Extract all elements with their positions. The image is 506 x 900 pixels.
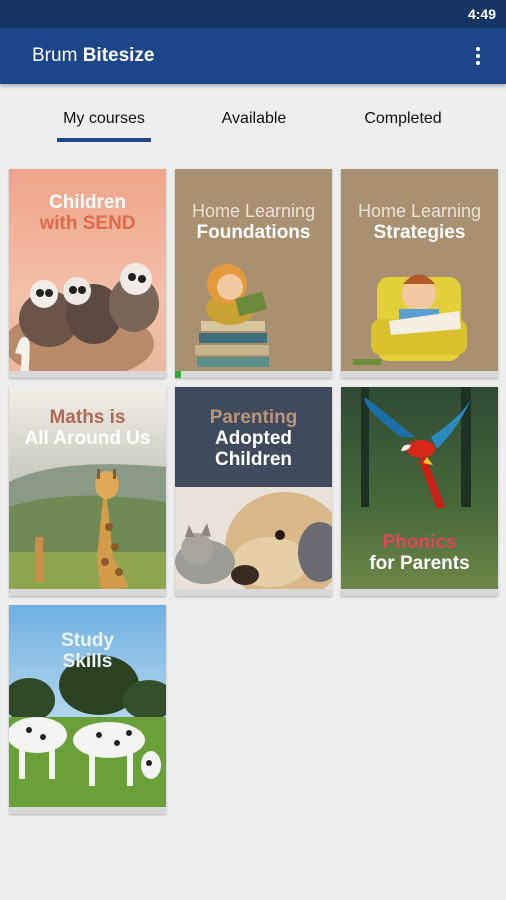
course-progress-bar	[175, 589, 332, 596]
course-title: Phonics for Parents	[369, 532, 470, 574]
course-progress-bar	[341, 371, 498, 378]
course-title: Children with SEND	[39, 192, 136, 234]
course-progress-bar	[9, 807, 166, 814]
course-progress-bar	[341, 589, 498, 596]
course-card-home-learning-foundations[interactable]: Home Learning Foundations	[175, 169, 332, 378]
course-progress-fill	[175, 371, 182, 378]
course-grid: Children with SEND Home Learning Foundat…	[0, 0, 506, 900]
course-card-maths-is-all-around-us[interactable]: Maths is All Around Us	[9, 387, 166, 596]
course-title: Home Learning Strategies	[357, 201, 482, 243]
course-title: Home Learning Foundations	[191, 201, 316, 243]
course-card-parenting-adopted-children[interactable]: Parenting Adopted Children	[175, 387, 332, 596]
course-title: Study Skills	[61, 630, 114, 672]
course-card-home-learning-strategies[interactable]: Home Learning Strategies	[341, 169, 498, 378]
course-progress-bar	[9, 371, 166, 378]
course-progress-bar	[175, 371, 332, 378]
course-title: Parenting Adopted Children	[209, 407, 298, 470]
course-card-children-with-send[interactable]: Children with SEND	[9, 169, 166, 378]
course-title: Maths is All Around Us	[24, 407, 151, 449]
course-progress-bar	[9, 589, 166, 596]
course-card-phonics-for-parents[interactable]: Phonics for Parents	[341, 387, 498, 596]
course-card-study-skills[interactable]: Study Skills	[9, 605, 166, 814]
